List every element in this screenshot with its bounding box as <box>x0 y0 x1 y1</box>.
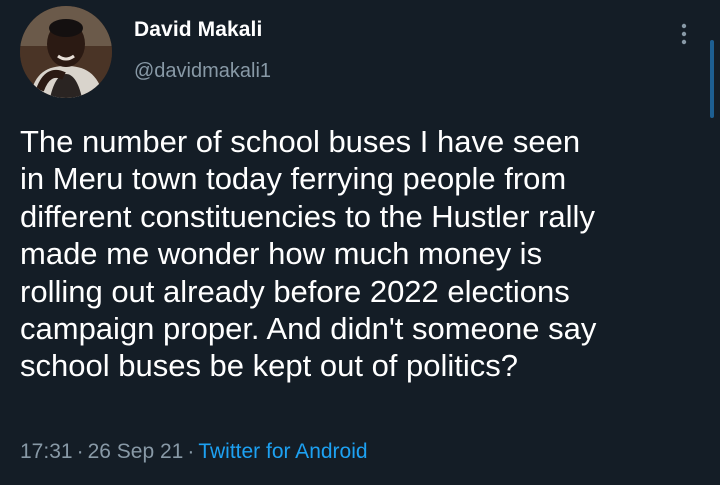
tweet-card: David Makali @davidmakali1 The number of… <box>0 0 720 485</box>
tweet-metadata: 17:31 · 26 Sep 21 · Twitter for Android <box>20 440 368 464</box>
more-options-button[interactable] <box>672 18 696 50</box>
tweet-date: 26 Sep 21 <box>87 440 184 463</box>
author-avatar[interactable] <box>20 6 112 98</box>
tweet-source-link[interactable]: Twitter for Android <box>198 440 367 463</box>
author-name[interactable]: David Makali <box>134 18 262 42</box>
scrollbar-thumb[interactable] <box>710 40 714 118</box>
meta-separator: · <box>187 440 195 463</box>
profile-photo-icon <box>20 6 112 98</box>
more-vertical-icon <box>681 23 687 45</box>
tweet-time: 17:31 <box>20 440 73 463</box>
author-handle[interactable]: @davidmakali1 <box>134 60 271 83</box>
tweet-text: The number of school buses I have seen i… <box>20 124 597 384</box>
meta-separator: · <box>76 440 84 463</box>
